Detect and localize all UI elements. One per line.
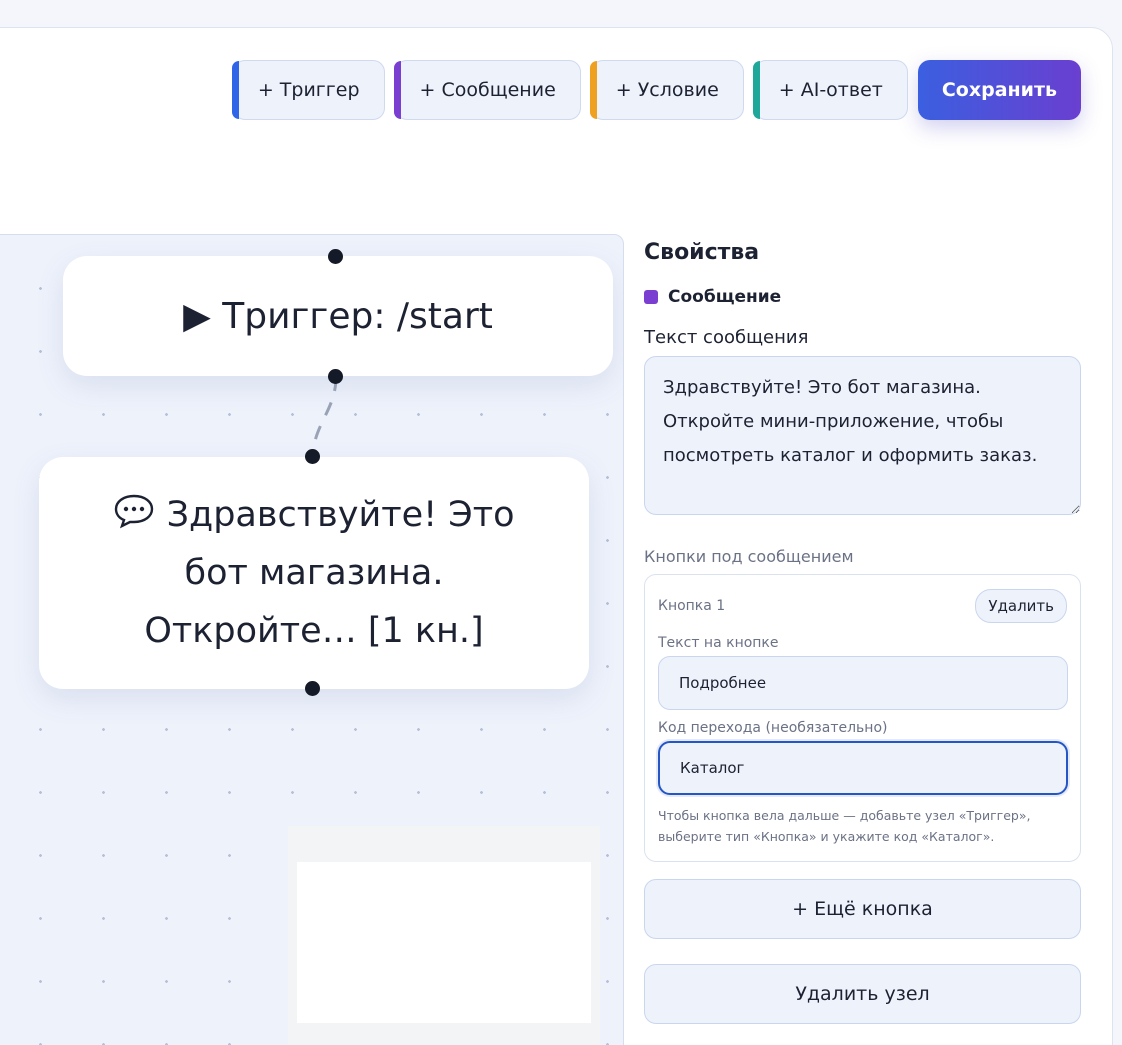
transition-code-input[interactable] (658, 741, 1068, 795)
add-condition-button[interactable]: + Условие (589, 60, 744, 120)
trigger-output-port[interactable] (328, 369, 343, 384)
add-message-button[interactable]: + Сообщение (393, 60, 581, 120)
message-text-area[interactable]: Здравствуйте! Это бот магазина. Откройте… (644, 356, 1081, 515)
button-text-label: Текст на кнопке (658, 635, 779, 651)
properties-title: Свойства (644, 240, 760, 265)
message-output-port[interactable] (305, 681, 320, 696)
delete-node-button[interactable]: Удалить узел (644, 964, 1081, 1024)
add-ai-reply-button[interactable]: + AI-ответ (752, 60, 908, 120)
node-type-label: Сообщение (668, 287, 782, 307)
properties-panel: Свойства Сообщение Текст сообщения Здрав… (644, 240, 1081, 1024)
message-text-label: Текст сообщения (644, 327, 809, 348)
button-text-input[interactable] (658, 656, 1068, 710)
edge-connector (311, 376, 338, 458)
save-button[interactable]: Сохранить (917, 60, 1081, 120)
node-type-swatch (644, 290, 658, 304)
message-input-port[interactable] (305, 449, 320, 464)
buttons-section-label: Кнопки под сообщением (644, 547, 854, 566)
trigger-input-port[interactable] (328, 249, 343, 264)
node-type-indicator: Сообщение (644, 287, 1081, 307)
button-hint-text: Чтобы кнопка вела дальше — добавьте узел… (658, 808, 1031, 844)
toolbar: + Триггер + Сообщение + Условие + AI-отв… (231, 60, 1081, 120)
button-card-title: Кнопка 1 (658, 598, 726, 614)
add-trigger-button[interactable]: + Триггер (231, 60, 385, 120)
transition-code-label: Код перехода (необязательно) (658, 720, 888, 736)
message-button-card: Кнопка 1 Удалить Текст на кнопке Код пер… (644, 574, 1081, 862)
add-another-button[interactable]: + Ещё кнопка (644, 879, 1081, 939)
delete-button-button[interactable]: Удалить (975, 589, 1067, 623)
flow-canvas[interactable]: ▶ Триггер: /start Здравствуйте! Это бот … (0, 234, 624, 1045)
